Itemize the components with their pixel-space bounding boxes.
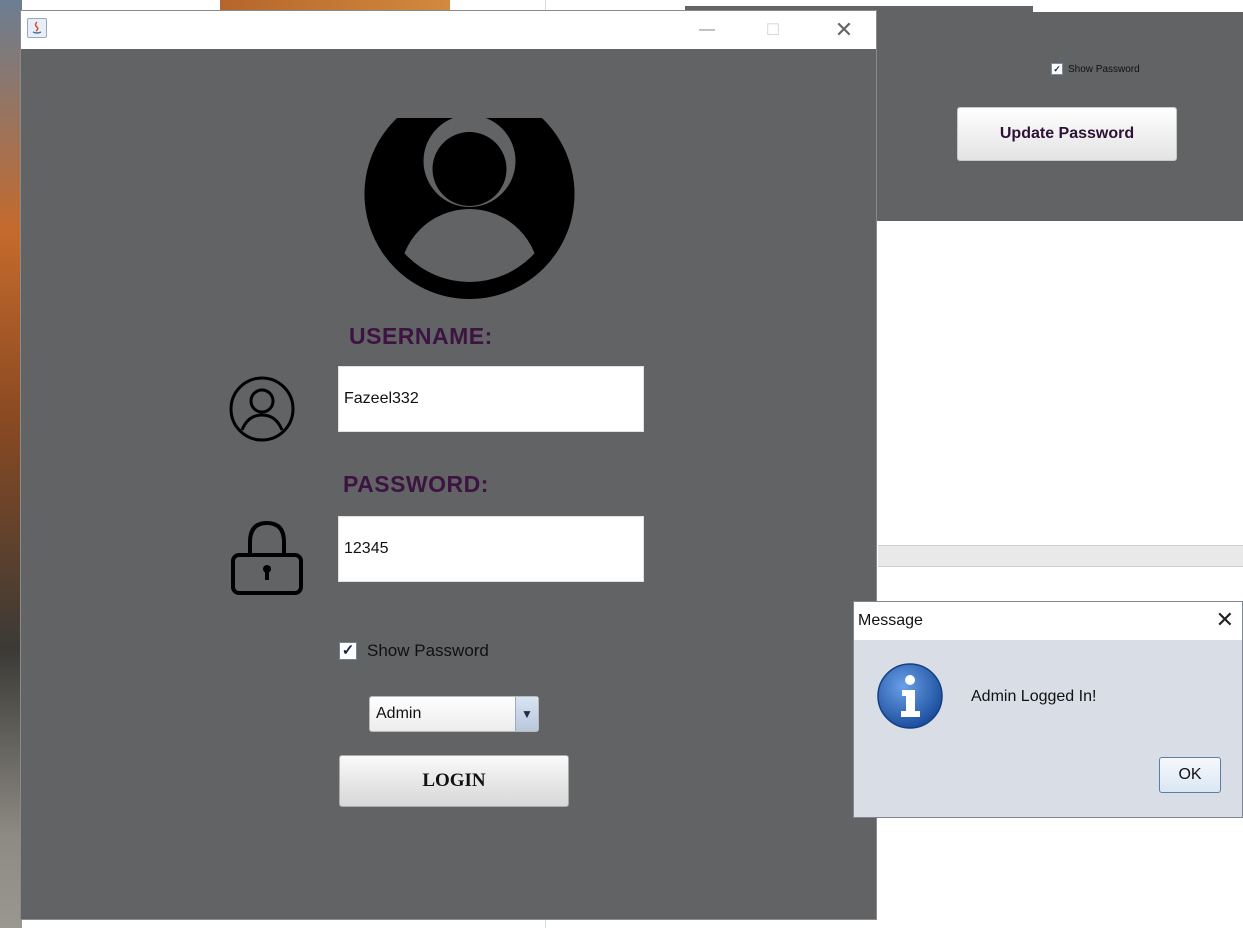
user-circle-icon (228, 375, 296, 448)
dialog-message: Admin Logged In! (971, 688, 1097, 705)
username-label: USERNAME: (349, 323, 493, 349)
maximize-icon[interactable]: ☐ (755, 17, 791, 43)
user-avatar-icon (364, 89, 575, 304)
chevron-down-icon[interactable]: ▼ (515, 697, 538, 731)
bg-show-password-label: Show Password (1068, 63, 1140, 75)
info-icon (876, 662, 944, 735)
message-dialog: Message ✕ Admin Logged In! OK (853, 601, 1243, 818)
show-password-checkbox[interactable]: ✓ Show Password (339, 641, 489, 661)
checkmark-icon: ✓ (339, 642, 357, 660)
desktop-background (0, 0, 22, 928)
login-window-titlebar[interactable]: — ☐ ✕ (21, 11, 876, 49)
username-input[interactable]: Fazeel332 (338, 366, 644, 432)
dialog-titlebar[interactable]: Message ✕ (854, 602, 1242, 640)
password-input[interactable]: 12345 (338, 516, 644, 582)
close-icon[interactable]: ✕ (826, 17, 862, 43)
password-label: PASSWORD: (343, 471, 489, 497)
lock-icon (229, 518, 305, 603)
ok-button[interactable]: OK (1159, 757, 1221, 793)
java-app-icon (27, 18, 47, 38)
login-window: — ☐ ✕ USERNAME: Fazeel332 PASSWORD: 1234… (20, 10, 877, 920)
desktop-background-top (220, 0, 450, 10)
dialog-title: Message (858, 612, 923, 629)
show-password-label: Show Password (367, 641, 489, 660)
background-scrollbar[interactable] (878, 545, 1243, 567)
role-dropdown[interactable]: Admin ▼ (369, 696, 539, 732)
update-password-button[interactable]: Update Password (957, 107, 1177, 161)
background-window-panel-gap (1033, 6, 1243, 12)
bg-checkmark-icon: ✓ (1051, 63, 1063, 75)
dialog-close-icon[interactable]: ✕ (1216, 607, 1234, 633)
minimize-icon[interactable]: — (689, 17, 725, 43)
role-dropdown-value: Admin (376, 705, 422, 722)
bg-show-password-checkbox[interactable]: ✓ Show Password (1051, 63, 1140, 75)
login-button[interactable]: LOGIN (339, 755, 569, 807)
